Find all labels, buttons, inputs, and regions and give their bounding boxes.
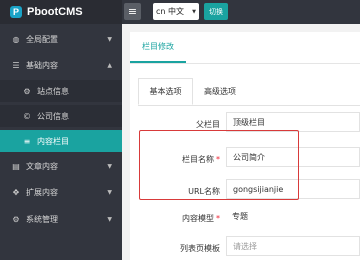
menu-toggle-button[interactable]: ≡: [124, 3, 141, 20]
list-template-label: 列表页模板: [180, 244, 220, 253]
highlight-box: [139, 130, 299, 200]
chevron-down-icon: ▼: [107, 162, 112, 170]
sidebar-item-label: 扩展内容: [26, 187, 58, 197]
sidebar-item-label: 系统管理: [26, 214, 58, 224]
tab-basic-options[interactable]: 基本选项: [138, 78, 193, 105]
caret-down-icon: ▼: [192, 8, 196, 15]
gear-icon: ⚙: [23, 86, 31, 96]
sidebar-item-site-info[interactable]: ⚙ 站点信息: [0, 80, 122, 102]
list-template-select[interactable]: 请选择: [226, 236, 360, 256]
logo-icon: P: [10, 6, 22, 18]
arrows-icon: ✥: [12, 187, 20, 197]
option-tabs: 基本选项 高级选项: [138, 78, 360, 106]
sidebar: P PbootCMS ◍ 全局配置 ▼ ☰ 基础内容 ▲ ⚙ 站点信息 © 公司…: [0, 0, 122, 260]
switch-language-button[interactable]: 切换: [204, 3, 228, 20]
sidebar-item-articles[interactable]: ▤ 文章内容 ▼: [0, 155, 122, 177]
required-mark: *: [216, 214, 220, 223]
sidebar-item-basic-content[interactable]: ☰ 基础内容 ▲: [0, 54, 122, 76]
sidebar-item-label: 基础内容: [26, 60, 58, 70]
chevron-down-icon: ▼: [107, 188, 112, 196]
top-bar: ≡ cn 中文 ▼ 切换: [122, 0, 360, 24]
app-title: PbootCMS: [27, 6, 83, 18]
chevron-down-icon: ▼: [107, 215, 112, 223]
language-select-value: cn 中文: [156, 7, 185, 16]
tab-advanced-options[interactable]: 高级选项: [196, 78, 244, 105]
chevron-up-icon: ▲: [107, 61, 112, 69]
sidebar-item-label: 内容栏目: [37, 136, 69, 146]
parent-column-select[interactable]: 顶级栏目: [226, 112, 360, 132]
hamburger-icon: ≡: [127, 5, 138, 18]
gear-icon: ⚙: [12, 214, 20, 224]
chevron-down-icon: ▼: [107, 35, 112, 43]
sliders-icon: ☰: [12, 60, 20, 70]
sidebar-item-global-config[interactable]: ◍ 全局配置 ▼: [0, 28, 122, 50]
card-tab-bar: 栏目修改: [130, 32, 360, 64]
sidebar-item-label: 文章内容: [26, 161, 58, 171]
content-model-label: 内容模型 *: [182, 214, 220, 223]
copyright-icon: ©: [23, 111, 31, 121]
sidebar-item-content-columns[interactable]: ≡ 内容栏目: [0, 130, 122, 152]
language-select[interactable]: cn 中文 ▼: [153, 3, 199, 20]
tab-column-edit[interactable]: 栏目修改: [130, 32, 186, 63]
sidebar-item-extensions[interactable]: ✥ 扩展内容 ▼: [0, 181, 122, 203]
sidebar-item-label: 公司信息: [37, 111, 69, 121]
parent-column-label: 父栏目: [196, 120, 220, 129]
globe-icon: ◍: [12, 34, 20, 44]
content-model-value: 专题: [226, 206, 360, 226]
sidebar-item-label: 全局配置: [26, 34, 58, 44]
list-icon: ≡: [23, 136, 31, 146]
sidebar-item-company-info[interactable]: © 公司信息: [0, 105, 122, 127]
sidebar-item-system[interactable]: ⚙ 系统管理 ▼: [0, 208, 122, 230]
logo[interactable]: P PbootCMS: [0, 0, 122, 24]
sidebar-item-label: 站点信息: [37, 86, 69, 96]
document-icon: ▤: [12, 161, 20, 171]
